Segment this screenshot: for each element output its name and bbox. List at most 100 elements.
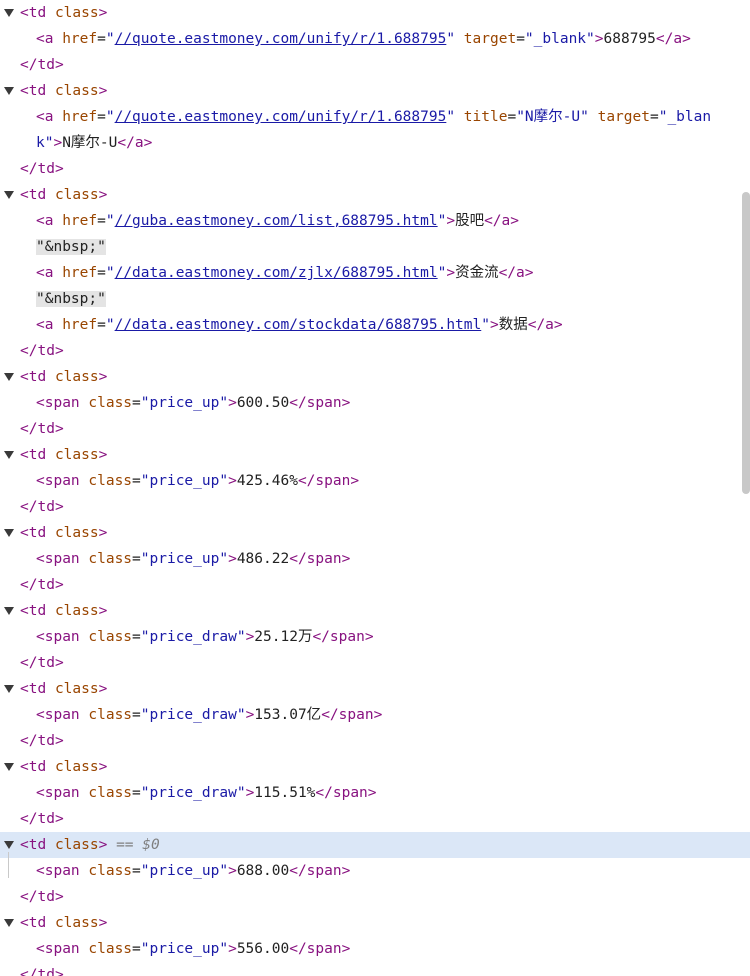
tag-name: td [37, 733, 55, 749]
expand-triangle-icon[interactable] [4, 763, 14, 771]
span-text: 115.51% [254, 785, 316, 801]
dom-node-line[interactable]: </td> [0, 416, 750, 442]
tag-name: td [37, 577, 55, 593]
dom-node-line[interactable]: <td class> == $0 [0, 832, 750, 858]
dom-node-line[interactable]: </td> [0, 494, 750, 520]
attribute-name: class [54, 681, 99, 697]
dom-node-line[interactable]: </td> [0, 806, 750, 832]
expand-triangle-icon[interactable] [4, 919, 14, 927]
expand-triangle-icon[interactable] [4, 529, 14, 537]
dom-node-line[interactable]: <td class> [0, 442, 750, 468]
link-text: 数据 [498, 317, 528, 333]
link-text: 688795 [603, 31, 656, 47]
class-value: price_up [149, 863, 220, 879]
expand-triangle-icon[interactable] [4, 607, 14, 615]
tag-name: td [28, 837, 47, 853]
attribute-name: class [54, 603, 99, 619]
dom-node-line[interactable]: <a href="//data.eastmoney.com/zjlx/68879… [0, 260, 750, 286]
attribute-name: class [54, 187, 99, 203]
dom-node-line[interactable]: k">N摩尔-U</a> [0, 130, 750, 156]
tag-name: td [28, 187, 47, 203]
tag-name: td [28, 915, 47, 931]
dom-node-line[interactable]: <td class> [0, 910, 750, 936]
target-value: k [36, 135, 45, 151]
dom-node-line[interactable]: "&nbsp;" [0, 234, 750, 260]
href-link[interactable]: //data.eastmoney.com/zjlx/688795.html [115, 265, 438, 281]
dom-node-line[interactable]: <a href="//guba.eastmoney.com/list,68879… [0, 208, 750, 234]
span-text: 600.50 [236, 395, 290, 411]
tag-name: td [37, 811, 55, 827]
dom-node-line[interactable]: <span class="price_up">556.00</span> [0, 936, 750, 962]
expand-triangle-icon[interactable] [4, 451, 14, 459]
tag-name: td [37, 343, 55, 359]
span-text: 556.00 [236, 941, 290, 957]
dom-node-line[interactable]: <a href="//data.eastmoney.com/stockdata/… [0, 312, 750, 338]
expand-triangle-icon[interactable] [4, 87, 14, 95]
span-text: 688.00 [236, 863, 290, 879]
tag-name: td [28, 681, 47, 697]
href-link[interactable]: //data.eastmoney.com/stockdata/688795.ht… [115, 317, 482, 333]
target-value: _blan [667, 109, 712, 125]
dom-node-line[interactable]: <span class="price_up">600.50</span> [0, 390, 750, 416]
dom-node-line[interactable]: <span class="price_up">425.46%</span> [0, 468, 750, 494]
text-node-nbsp: "&nbsp;" [36, 239, 106, 255]
href-link[interactable]: //guba.eastmoney.com/list,688795.html [115, 213, 438, 229]
text-node-nbsp: "&nbsp;" [36, 291, 106, 307]
href-link[interactable]: //quote.eastmoney.com/unify/r/1.688795 [115, 109, 447, 125]
expand-triangle-icon[interactable] [4, 373, 14, 381]
expand-triangle-icon[interactable] [4, 191, 14, 199]
tag-name: td [37, 421, 55, 437]
dom-node-line[interactable]: </td> [0, 728, 750, 754]
dom-node-line[interactable]: <a href="//quote.eastmoney.com/unify/r/1… [0, 26, 750, 52]
dom-node-line[interactable]: <td class> [0, 0, 750, 26]
dom-node-line[interactable]: <td class> [0, 520, 750, 546]
span-text: 486.22 [236, 551, 290, 567]
dom-node-line[interactable]: </td> [0, 650, 750, 676]
tag-name: td [37, 499, 55, 515]
href-link[interactable]: //quote.eastmoney.com/unify/r/1.688795 [115, 31, 447, 47]
dom-node-line[interactable]: <span class="price_up">486.22</span> [0, 546, 750, 572]
selection-guide-line [8, 852, 9, 878]
console-ref-marker: == $0 [116, 837, 160, 853]
target-value: _blank [533, 31, 587, 47]
span-text: 153.07亿 [254, 707, 322, 723]
tag-name: td [37, 57, 55, 73]
dom-node-line[interactable]: </td> [0, 338, 750, 364]
attribute-name: class [54, 83, 99, 99]
dom-node-line[interactable]: <a href="//quote.eastmoney.com/unify/r/1… [0, 104, 750, 130]
dom-node-line[interactable]: <td class> [0, 364, 750, 390]
attribute-name: class [54, 837, 99, 853]
dom-node-line[interactable]: </td> [0, 884, 750, 910]
dom-node-line[interactable]: <span class="price_draw">25.12万</span> [0, 624, 750, 650]
dom-node-line[interactable]: </td> [0, 572, 750, 598]
attribute-name: class [54, 369, 99, 385]
elements-panel: <td class> <a href="//quote.eastmoney.com… [0, 0, 750, 976]
tag-name: td [28, 525, 47, 541]
dom-node-line[interactable]: <td class> [0, 78, 750, 104]
link-text: 股吧 [455, 213, 485, 229]
dom-node-line[interactable]: <td class> [0, 754, 750, 780]
expand-triangle-icon[interactable] [4, 9, 14, 17]
dom-node-line[interactable]: <td class> [0, 676, 750, 702]
attribute-name: class [54, 5, 99, 21]
vertical-scrollbar[interactable] [742, 192, 750, 494]
class-value: price_up [149, 395, 220, 411]
tag-name: td [28, 759, 47, 775]
dom-node-line[interactable]: <td class> [0, 182, 750, 208]
dom-node-line[interactable]: </td> [0, 52, 750, 78]
dom-node-line[interactable]: <span class="price_up">688.00</span> [0, 858, 750, 884]
class-value: price_draw [149, 707, 237, 723]
tag-name: td [37, 889, 55, 905]
expand-triangle-icon[interactable] [4, 685, 14, 693]
dom-node-line[interactable]: <span class="price_draw">153.07亿</span> [0, 702, 750, 728]
tag-name: td [28, 5, 47, 21]
expand-triangle-icon[interactable] [4, 841, 14, 849]
attribute-name: class [54, 915, 99, 931]
dom-node-line[interactable]: "&nbsp;" [0, 286, 750, 312]
dom-node-line[interactable]: </td> [0, 156, 750, 182]
dom-node-line[interactable]: <td class> [0, 598, 750, 624]
dom-tree: <td class> <a href="//quote.eastmoney.com… [0, 0, 750, 976]
dom-node-line[interactable]: <span class="price_draw">115.51%</span> [0, 780, 750, 806]
attribute-name: class [54, 525, 99, 541]
dom-node-line[interactable]: </td> [0, 962, 750, 976]
